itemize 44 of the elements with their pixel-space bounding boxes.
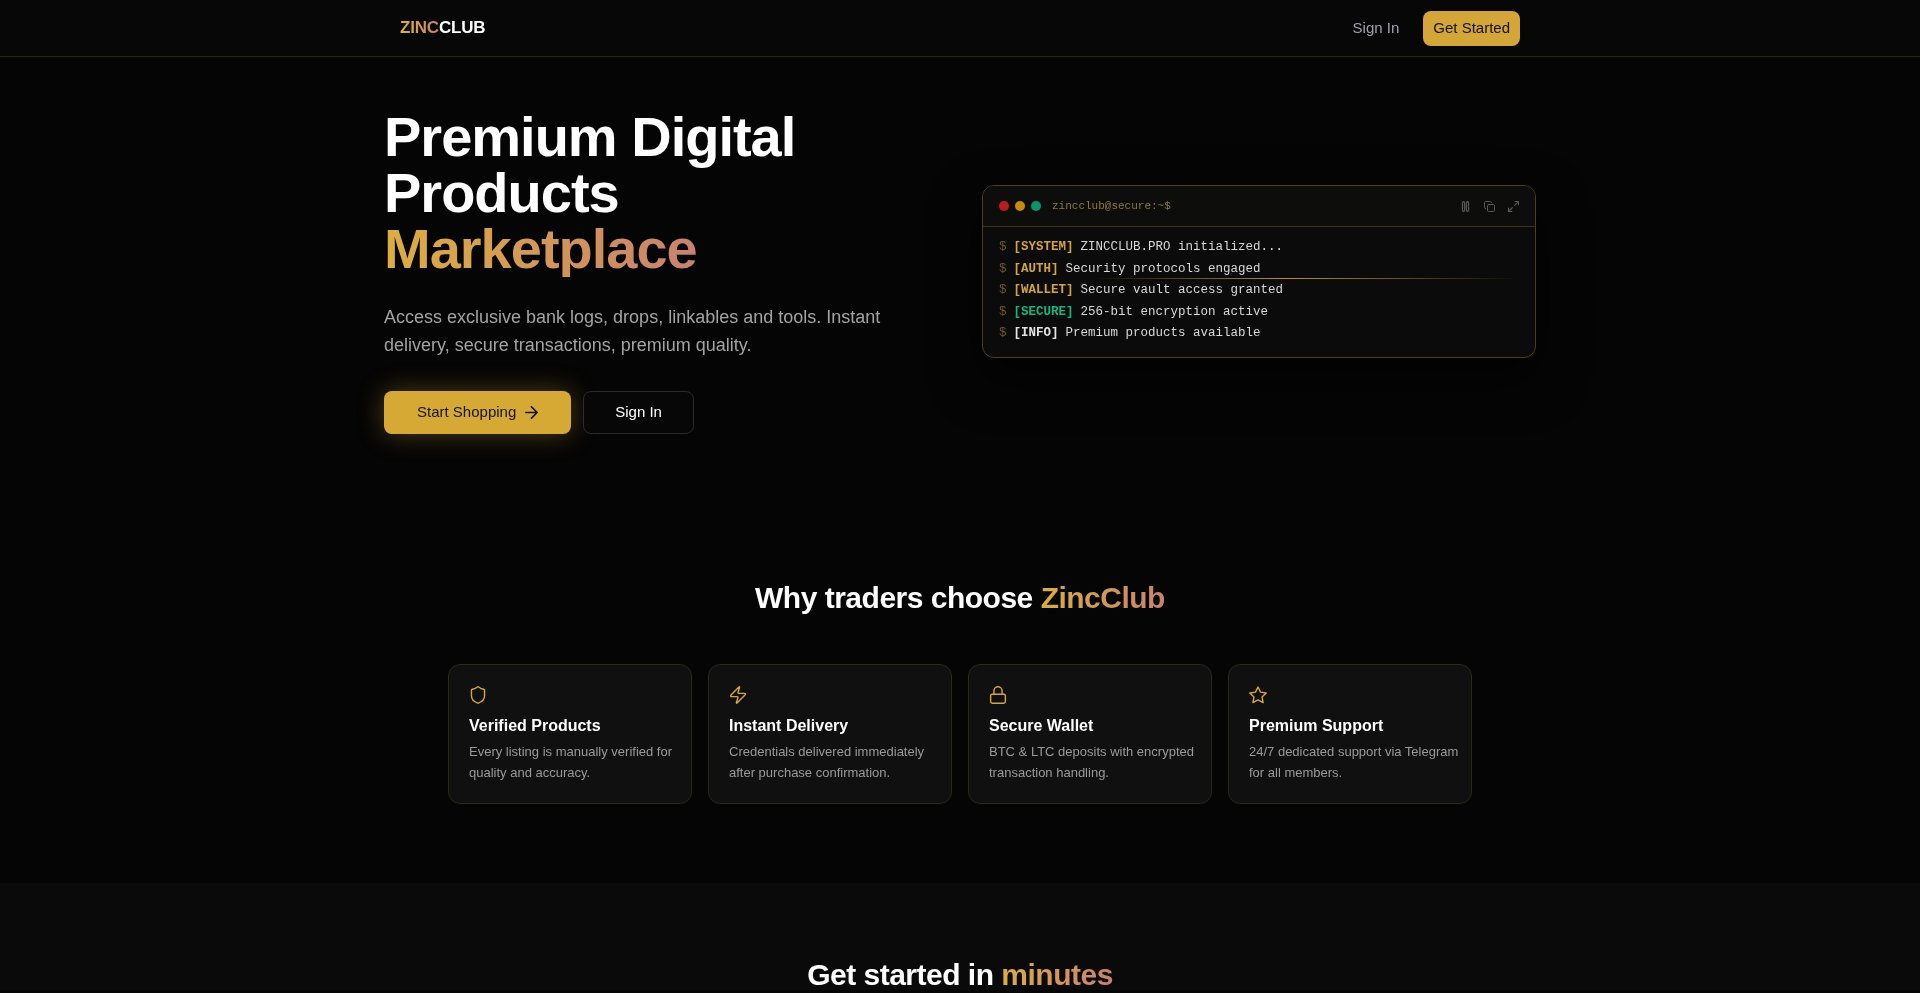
copy-icon[interactable]: [1484, 200, 1495, 212]
log-tag: [SECURE]: [1013, 304, 1074, 319]
logo[interactable]: ZINCCLUB: [400, 15, 486, 41]
prompt-symbol: $: [999, 283, 1007, 298]
log-message: Security protocols engaged: [1065, 261, 1261, 276]
lightning-icon: [729, 686, 747, 704]
hero-heading: Premium Digital Products Marketplace: [384, 109, 797, 277]
log-message: ZINCCLUB.PRO initialized...: [1080, 240, 1284, 255]
pause-icon[interactable]: [1460, 200, 1471, 212]
section-heading: Get started in minutes: [807, 960, 1113, 990]
arrow-right-icon: [525, 406, 539, 419]
feature-title: Secure Wallet: [989, 716, 1094, 736]
shield-icon: [469, 686, 487, 704]
prompt-symbol: $: [999, 326, 1007, 341]
prompt-symbol: $: [999, 304, 1007, 319]
sign-in-link[interactable]: Sign In: [1352, 16, 1400, 40]
feature-description: 24/7 dedicated support via Telegram for all members.: [1249, 743, 1459, 782]
get-started-button[interactable]: Get Started: [1423, 10, 1520, 46]
feature-title: Verified Products: [469, 716, 601, 736]
section-heading: Why traders choose ZincClub: [755, 580, 1165, 616]
feature-description: Credentials delivered immediately after purchase confirmation.: [729, 743, 926, 782]
shop-button[interactable]: Start Shopping: [384, 391, 572, 434]
feature-title: Premium Support: [1249, 716, 1384, 736]
feature-description: Every listing is manually verified for quality and accuracy.: [469, 743, 674, 782]
hero-description: Access exclusive bank logs, drops, linkables and tools. Instant delivery, secure transactions, premium quality.: [384, 306, 882, 357]
log-message: Premium products available: [1065, 326, 1261, 341]
feature-description: BTC & LTC deposits with encrypted transaction handling.: [989, 743, 1195, 782]
window-dot-icon: [1031, 201, 1041, 212]
lock-icon: [989, 686, 1007, 704]
log-tag: [INFO]: [1013, 326, 1059, 341]
log-message: 256-bit encryption active: [1080, 304, 1269, 319]
log-message: Secure vault access granted: [1080, 283, 1284, 298]
star-icon: [1249, 686, 1267, 704]
feature-title: Instant Delivery: [729, 716, 849, 736]
prompt-symbol: $: [999, 261, 1007, 276]
sign-in-button[interactable]: Sign In: [583, 391, 694, 434]
log-tag: [AUTH]: [1013, 261, 1059, 276]
window-dot-icon: [1015, 201, 1025, 212]
log-tag: [SYSTEM]: [1013, 240, 1074, 255]
window-dot-icon: [999, 201, 1009, 212]
expand-icon[interactable]: [1508, 200, 1519, 212]
prompt-symbol: $: [999, 240, 1007, 255]
log-tag: [WALLET]: [1013, 283, 1074, 298]
terminal-title: zincclub@secure:~$: [1052, 199, 1171, 214]
